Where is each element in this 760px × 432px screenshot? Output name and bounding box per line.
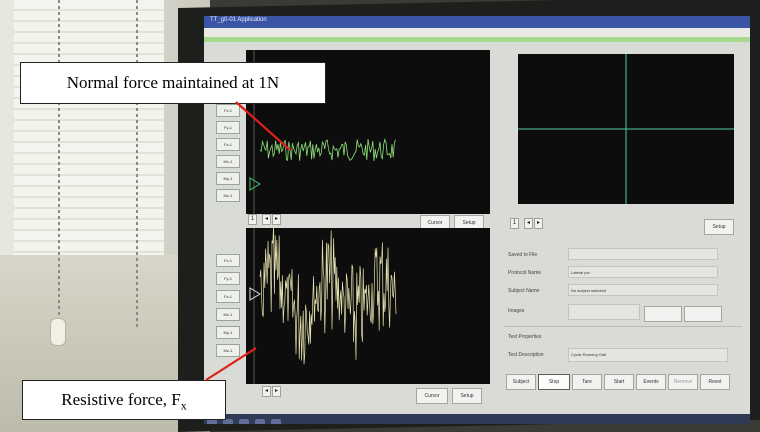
test-description-label: Test Description: [508, 352, 544, 358]
test-description-field[interactable]: Cyclic Running Gait: [568, 348, 728, 362]
bottom-setup-button[interactable]: Setup: [452, 388, 482, 404]
window-titlebar: TT_g0-01 Application: [204, 16, 750, 28]
window-blind: [14, 0, 164, 265]
channel-button-top-fz[interactable]: Fz-1: [216, 138, 240, 151]
blind-cord: [58, 0, 60, 330]
channel-button-bottom-mz[interactable]: Mz-1: [216, 344, 240, 357]
right-index: 1: [510, 218, 519, 229]
images-label: Images: [508, 308, 525, 314]
callout-resistive-text: Resistive force, F: [61, 390, 181, 409]
channel-button-top-fy[interactable]: Fy-1: [216, 121, 240, 134]
save-to-file-label: Saved to File: [508, 252, 538, 258]
test-properties-label: Test Properties: [508, 334, 542, 340]
app-icon[interactable]: [271, 419, 281, 424]
xy-grid: [518, 54, 734, 204]
window-title: TT_g0-01 Application: [210, 17, 267, 23]
channel-button-bottom-mx[interactable]: Mx-1: [216, 308, 240, 321]
remove-button[interactable]: Remove: [668, 374, 698, 390]
blind-tassel: [50, 318, 66, 346]
menu-bar: FileSetupUtilitiesProtocolData AnaDispla…: [204, 28, 750, 43]
channel-button-top-mx[interactable]: Mx-1: [216, 155, 240, 168]
folder-icon[interactable]: [239, 419, 249, 424]
top-index: 1: [248, 214, 257, 225]
trigger-marker-icon: [249, 287, 261, 301]
callout-normal-force: Normal force maintained at 1N: [20, 62, 326, 104]
channel-button-bottom-fy[interactable]: Fy-1: [216, 272, 240, 285]
subject-name-field[interactable]: No subject selected: [568, 284, 718, 296]
channel-button-bottom-my[interactable]: My-1: [216, 326, 240, 339]
start-button[interactable]: Start: [604, 374, 634, 390]
channel-button-bottom-fz[interactable]: Fz-1: [216, 290, 240, 303]
right-setup-button[interactable]: Setup: [704, 219, 734, 235]
subject-button[interactable]: Subject: [506, 374, 536, 390]
bottom-prev-button[interactable]: ◂: [262, 386, 271, 397]
channel-button-bottom-fx[interactable]: Fx-1: [216, 254, 240, 267]
divider: [504, 326, 742, 327]
bottom-next-button[interactable]: ▸: [272, 386, 281, 397]
blind-cord: [136, 0, 138, 330]
reset-button[interactable]: Reset: [700, 374, 730, 390]
stop-button[interactable]: Stop: [538, 374, 570, 390]
protocol-name-label: Protocol Name: [508, 270, 542, 276]
resistive-force-plot: [246, 225, 490, 384]
resistive-force-trace: [249, 225, 397, 384]
events-button[interactable]: Events: [636, 374, 666, 390]
accent-strip: [204, 37, 750, 42]
right-next-button[interactable]: ▸: [534, 218, 543, 229]
image-button-1[interactable]: [644, 306, 682, 322]
bottom-cursor-button[interactable]: Cursor: [416, 388, 448, 404]
channel-button-top-fx[interactable]: Fx-1: [216, 104, 240, 117]
callout-resistive-force: Resistive force, Fx: [22, 380, 226, 420]
top-next-button[interactable]: ▸: [272, 214, 281, 225]
top-prev-button[interactable]: ◂: [262, 214, 271, 225]
images-field[interactable]: [568, 304, 640, 320]
taskbar: [204, 414, 750, 424]
save-to-file-field[interactable]: [568, 248, 718, 260]
channel-button-top-mz[interactable]: Mz-1: [216, 189, 240, 202]
right-prev-button[interactable]: ◂: [524, 218, 533, 229]
app-icon[interactable]: [255, 419, 265, 424]
channel-button-top-my[interactable]: My-1: [216, 172, 240, 185]
image-button-2[interactable]: [684, 306, 722, 322]
tare-button[interactable]: Tare: [572, 374, 602, 390]
callout-resistive-subscript: x: [180, 398, 187, 413]
subject-name-label: Subject Name: [508, 288, 540, 294]
protocol-name-field[interactable]: Lateral pin: [568, 266, 718, 278]
trigger-marker-icon: [249, 177, 261, 191]
xy-plot: [518, 54, 734, 204]
